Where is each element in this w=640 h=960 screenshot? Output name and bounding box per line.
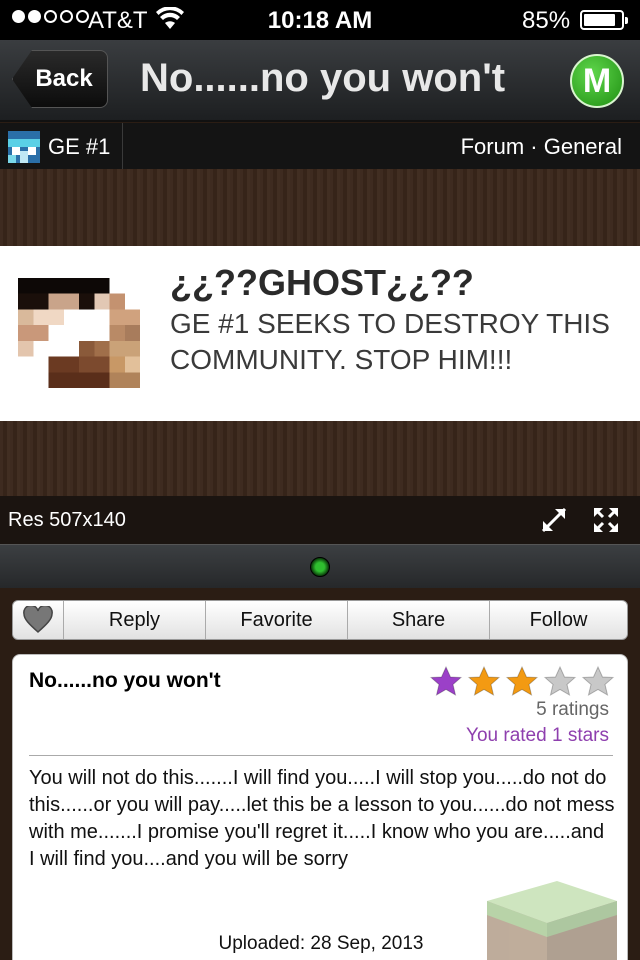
user-rating: You rated 1 stars — [466, 725, 609, 746]
page-title: No......no you won't — [140, 56, 506, 100]
image-text-line-1: GE #1 SEEKS TO DESTROY THIS — [170, 308, 610, 339]
post-meta-bar: GE #1 Forum · General — [0, 123, 640, 169]
star-icon[interactable] — [467, 665, 501, 697]
divider — [122, 123, 123, 169]
post-image: ¿¿??GHOST¿¿?? GE #1 SEEKS TO DESTROY THI… — [0, 246, 640, 421]
share-button[interactable]: Share — [348, 601, 490, 639]
image-heading: ¿¿??GHOST¿¿?? — [170, 262, 474, 303]
battery-percent: 85% — [522, 7, 571, 34]
divider — [29, 755, 613, 756]
image-resolution: Res 507x140 — [8, 509, 126, 531]
star-icon[interactable] — [505, 665, 539, 697]
post-image-area[interactable]: ¿¿??GHOST¿¿?? GE #1 SEEKS TO DESTROY THI… — [0, 169, 640, 496]
app-logo-icon[interactable]: M — [570, 54, 624, 108]
post-card: No......no you won't 5 ratings You rated… — [12, 654, 628, 960]
status-bar: AT&T 10:18 AM 85% — [0, 0, 640, 40]
page-indicator-dot[interactable] — [310, 557, 330, 577]
back-button[interactable]: Back — [12, 50, 108, 108]
reply-button[interactable]: Reply — [64, 601, 206, 639]
heart-icon — [23, 606, 53, 634]
action-toolbar: Reply Favorite Share Follow — [12, 600, 628, 640]
ratings-count: 5 ratings — [536, 699, 609, 720]
image-text-line-2: COMMUNITY. STOP HIM!!! — [170, 344, 513, 375]
star-icon[interactable] — [429, 665, 463, 697]
ghost-avatar-image — [18, 278, 140, 388]
fullscreen-icon[interactable] — [592, 506, 620, 534]
battery-icon — [580, 10, 628, 30]
star-icon[interactable] — [543, 665, 577, 697]
favorite-button[interactable]: Favorite — [206, 601, 348, 639]
rating-stars[interactable] — [429, 665, 615, 697]
like-button[interactable] — [13, 601, 64, 639]
post-title: No......no you won't — [29, 669, 221, 692]
upload-date: Uploaded: 28 Sep, 2013 — [218, 933, 424, 954]
navigation-bar: Back No......no you won't M — [0, 40, 640, 122]
image-info-bar: Res 507x140 — [0, 496, 640, 544]
page-indicator-bar — [0, 544, 640, 588]
author-avatar[interactable] — [8, 131, 40, 163]
follow-button[interactable]: Follow — [490, 601, 627, 639]
author-name[interactable]: GE #1 — [48, 134, 110, 160]
expand-icon[interactable] — [540, 506, 568, 534]
forum-category-link[interactable]: Forum · General — [461, 134, 622, 160]
post-body: You will not do this.......I will find y… — [29, 767, 615, 870]
star-icon[interactable] — [581, 665, 615, 697]
